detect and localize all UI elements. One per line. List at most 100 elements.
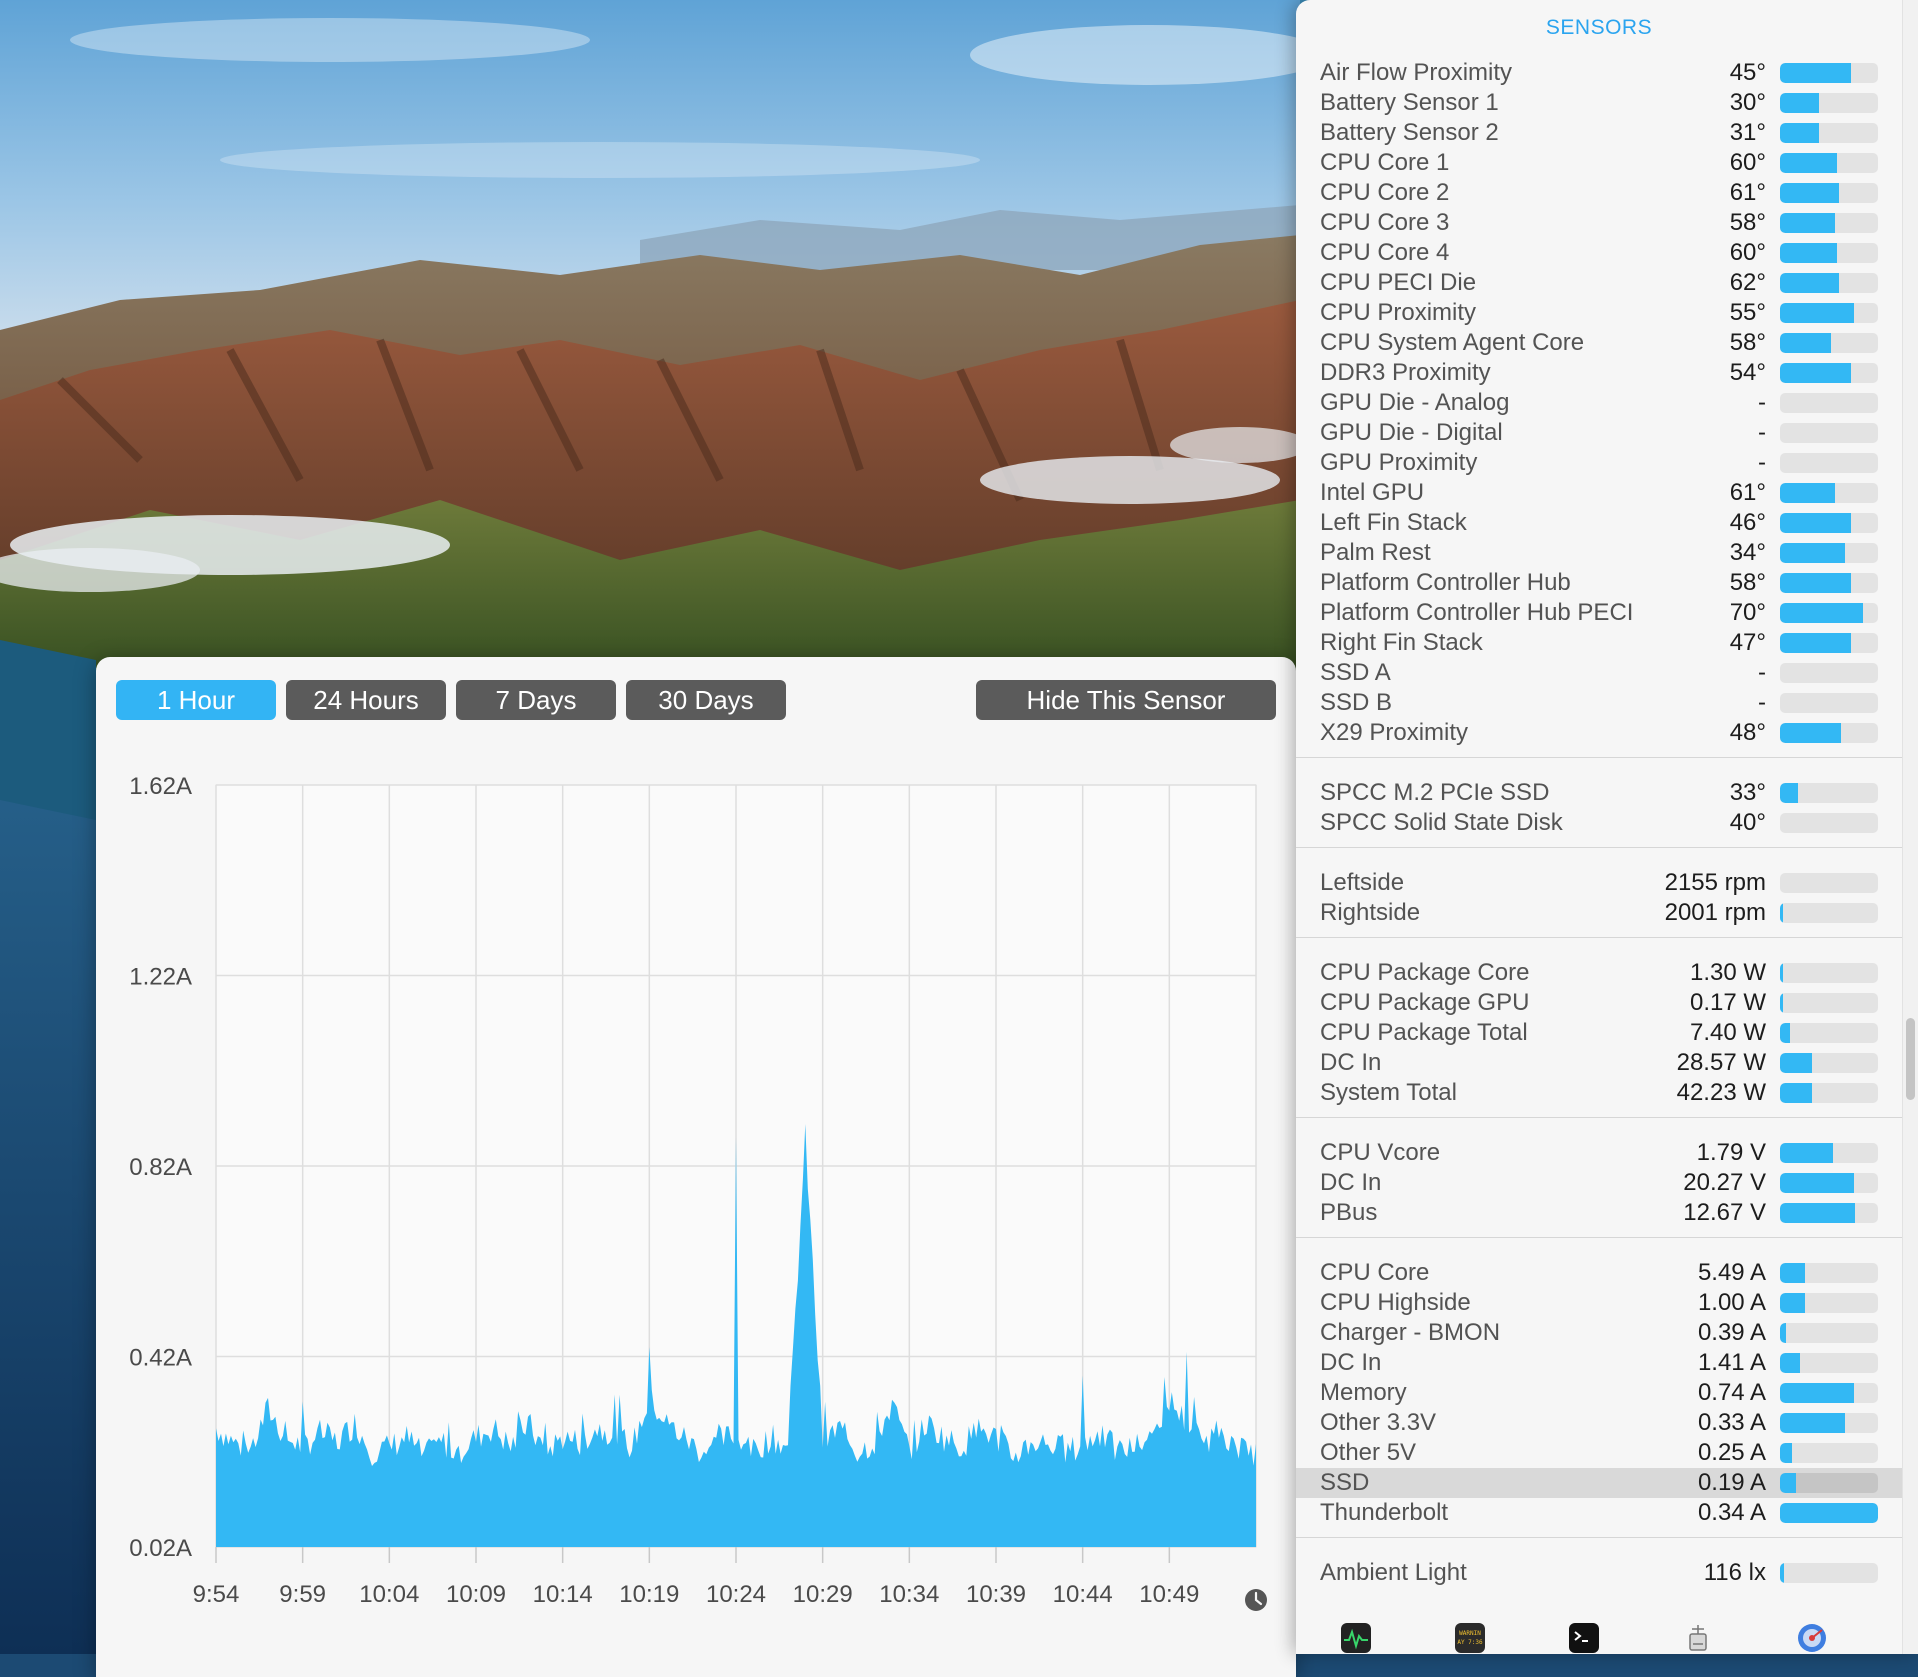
sensor-row[interactable]: CPU Package GPU 0.17 W: [1296, 988, 1902, 1018]
sensor-row[interactable]: DC In 28.57 W: [1296, 1048, 1902, 1078]
scrollbar-thumb[interactable]: [1906, 1018, 1915, 1100]
sensor-row[interactable]: DC In 1.41 A: [1296, 1348, 1902, 1378]
disk-utility-icon[interactable]: [1796, 1622, 1828, 1654]
sensor-name: System Total: [1320, 1079, 1457, 1106]
sensor-row[interactable]: CPU Core 3 58°: [1296, 208, 1902, 238]
hide-this-sensor-button[interactable]: Hide This Sensor: [976, 680, 1276, 720]
sensor-name: Battery Sensor 2: [1320, 119, 1499, 146]
x-tick-label: 9:54: [193, 1581, 240, 1608]
sensor-row[interactable]: GPU Proximity -: [1296, 448, 1902, 478]
sensor-name: CPU Core 4: [1320, 239, 1450, 266]
sensor-row[interactable]: GPU Die - Analog -: [1296, 388, 1902, 418]
sensor-name: SSD: [1320, 1469, 1370, 1496]
sensor-row[interactable]: Right Fin Stack 47°: [1296, 628, 1902, 658]
y-tick-label: 1.62A: [129, 773, 192, 800]
x-tick-label: 10:49: [1139, 1581, 1199, 1608]
sensor-row[interactable]: SSD B -: [1296, 688, 1902, 718]
sensor-level-bar: [1780, 273, 1878, 293]
sensor-name: SPCC M.2 PCIe SSD: [1320, 779, 1550, 806]
sensor-value: 0.25 A: [1697, 1439, 1766, 1466]
sensor-row[interactable]: Memory 0.74 A: [1296, 1378, 1902, 1408]
sensor-name: Rightside: [1320, 899, 1421, 926]
sensor-row[interactable]: SSD 0.19 A: [1296, 1468, 1902, 1498]
terminal-icon[interactable]: [1568, 1622, 1600, 1654]
sensor-row[interactable]: CPU Proximity 55°: [1296, 298, 1902, 328]
sensor-row[interactable]: Rightside 2001 rpm: [1296, 898, 1902, 928]
sensor-level-bar: [1780, 1443, 1878, 1463]
sensor-name: PBus: [1320, 1199, 1378, 1226]
sensor-name: Ambient Light: [1320, 1559, 1467, 1586]
sensor-row[interactable]: Platform Controller Hub PECI 70°: [1296, 598, 1902, 628]
sensor-row[interactable]: CPU Core 2 61°: [1296, 178, 1902, 208]
sensor-row[interactable]: PBus 12.67 V: [1296, 1198, 1902, 1228]
sensor-level-bar: [1780, 1383, 1878, 1403]
sensor-level-fill: [1780, 1143, 1833, 1163]
sensor-row[interactable]: X29 Proximity 48°: [1296, 718, 1902, 748]
sensor-row[interactable]: SPCC M.2 PCIe SSD 33°: [1296, 778, 1902, 808]
sensor-level-bar: [1780, 1083, 1878, 1103]
sensor-row[interactable]: CPU PECI Die 62°: [1296, 268, 1902, 298]
range-7-days-button[interactable]: 7 Days: [456, 680, 616, 720]
sensor-level-bar: [1780, 183, 1878, 203]
sensor-level-fill: [1780, 333, 1831, 353]
system-information-icon[interactable]: [1682, 1622, 1714, 1654]
sensor-row[interactable]: CPU Package Core 1.30 W: [1296, 958, 1902, 988]
sensor-value: 55°: [1729, 299, 1766, 326]
scrollbar-track[interactable]: [1902, 0, 1918, 1654]
sensor-group-divider: [1296, 1237, 1902, 1238]
sensor-row[interactable]: Charger - BMON 0.39 A: [1296, 1318, 1902, 1348]
sensor-value: 30°: [1729, 89, 1766, 116]
sensor-row[interactable]: Left Fin Stack 46°: [1296, 508, 1902, 538]
sensor-level-bar: [1780, 153, 1878, 173]
sensor-row[interactable]: System Total 42.23 W: [1296, 1078, 1902, 1108]
sensor-row[interactable]: Palm Rest 34°: [1296, 538, 1902, 568]
sensor-row[interactable]: Battery Sensor 1 30°: [1296, 88, 1902, 118]
clock-icon[interactable]: [1245, 1589, 1267, 1611]
sensor-row[interactable]: Platform Controller Hub 58°: [1296, 568, 1902, 598]
sensor-row[interactable]: CPU System Agent Core 58°: [1296, 328, 1902, 358]
console-icon[interactable]: WARNIN AY 7:36: [1454, 1622, 1486, 1654]
sensor-level-bar: [1780, 1023, 1878, 1043]
sensor-value: 54°: [1729, 359, 1766, 386]
sensor-row[interactable]: Ambient Light 116 lx: [1296, 1558, 1902, 1588]
sensor-level-bar: [1780, 1473, 1878, 1493]
sensor-row[interactable]: Battery Sensor 2 31°: [1296, 118, 1902, 148]
range-1-hour-button[interactable]: 1 Hour: [116, 680, 276, 720]
sensor-level-fill: [1780, 1413, 1845, 1433]
x-tick-label: 10:34: [879, 1581, 939, 1608]
sensor-value: 2155 rpm: [1664, 869, 1766, 896]
sensor-row[interactable]: DC In 20.27 V: [1296, 1168, 1902, 1198]
activity-monitor-icon[interactable]: [1340, 1622, 1372, 1654]
sensor-value: 31°: [1729, 119, 1766, 146]
sensor-row[interactable]: GPU Die - Digital -: [1296, 418, 1902, 448]
sensor-row[interactable]: CPU Highside 1.00 A: [1296, 1288, 1902, 1318]
sensor-value: 0.17 W: [1689, 989, 1766, 1016]
range-30-days-button[interactable]: 30 Days: [626, 680, 786, 720]
sensor-row[interactable]: CPU Vcore 1.79 V: [1296, 1138, 1902, 1168]
sensor-value: 1.00 A: [1697, 1289, 1766, 1316]
sensor-row[interactable]: SSD A -: [1296, 658, 1902, 688]
sensor-row[interactable]: CPU Core 1 60°: [1296, 148, 1902, 178]
sensor-value: 12.67 V: [1683, 1199, 1766, 1226]
sensor-row[interactable]: Intel GPU 61°: [1296, 478, 1902, 508]
sensor-level-bar: [1780, 633, 1878, 653]
sensor-row[interactable]: CPU Package Total 7.40 W: [1296, 1018, 1902, 1048]
x-tick-label: 10:24: [706, 1581, 766, 1608]
sensor-level-bar: [1780, 1323, 1878, 1343]
sensor-value: -: [1758, 659, 1766, 686]
sensor-row[interactable]: Leftside 2155 rpm: [1296, 868, 1902, 898]
sensor-row[interactable]: CPU Core 5.49 A: [1296, 1258, 1902, 1288]
sensor-level-bar: [1780, 423, 1878, 443]
sensor-name: Leftside: [1320, 869, 1405, 896]
sensor-row[interactable]: Other 3.3V 0.33 A: [1296, 1408, 1902, 1438]
sensor-row[interactable]: Air Flow Proximity 45°: [1296, 58, 1902, 88]
sensor-row[interactable]: SPCC Solid State Disk 40°: [1296, 808, 1902, 838]
sensor-name: Memory: [1320, 1379, 1407, 1406]
sensor-row[interactable]: Thunderbolt 0.34 A: [1296, 1498, 1902, 1528]
range-24-hours-button[interactable]: 24 Hours: [286, 680, 446, 720]
sensor-row[interactable]: DDR3 Proximity 54°: [1296, 358, 1902, 388]
sensor-row[interactable]: Other 5V 0.25 A: [1296, 1438, 1902, 1468]
sensor-name: Air Flow Proximity: [1320, 59, 1513, 86]
sensor-level-fill: [1780, 273, 1839, 293]
sensor-row[interactable]: CPU Core 4 60°: [1296, 238, 1902, 268]
